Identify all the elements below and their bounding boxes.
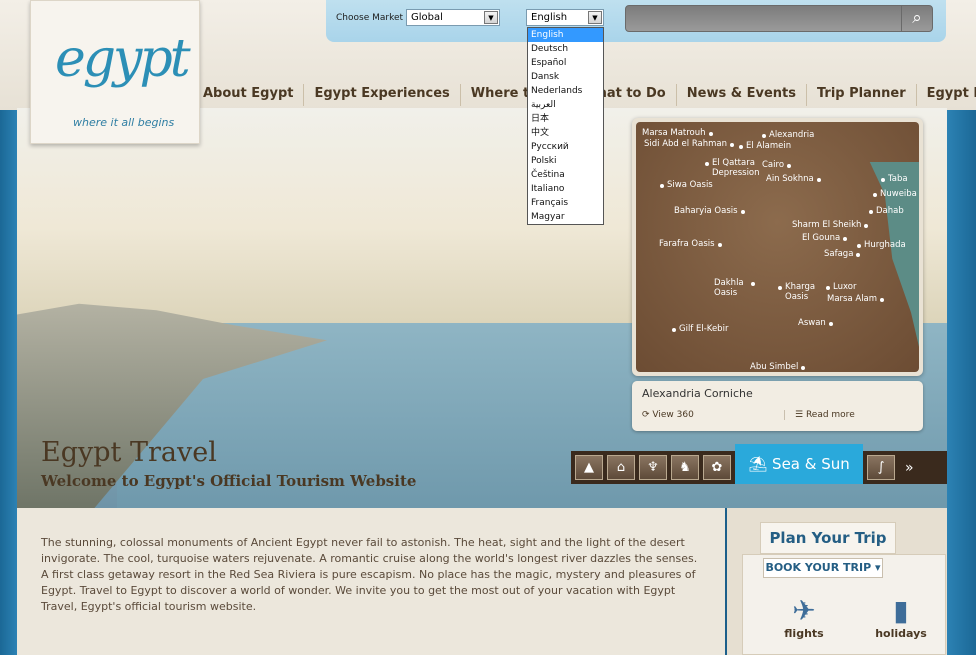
language-option[interactable]: Dansk xyxy=(528,70,603,84)
language-option[interactable]: Español xyxy=(528,56,603,70)
intro-text: The stunning, colossal monuments of Anci… xyxy=(41,536,698,613)
map-place[interactable]: El Gouna xyxy=(802,233,848,243)
language-option[interactable]: العربية xyxy=(528,98,603,112)
language-option[interactable]: English xyxy=(528,28,603,42)
map-place[interactable]: Dahab xyxy=(869,206,904,216)
nav-item-egypt-now[interactable]: Egypt Now xyxy=(917,84,976,106)
nav-item-trip-planner[interactable]: Trip Planner xyxy=(807,84,917,106)
market-label: Choose Market xyxy=(336,13,404,23)
horse-icon[interactable]: ♞ xyxy=(671,455,699,480)
language-option[interactable]: 中文 xyxy=(528,126,603,140)
caption-title: Alexandria Corniche xyxy=(642,387,753,400)
language-option[interactable]: Русский xyxy=(528,140,603,154)
map-place[interactable]: Luxor xyxy=(825,282,856,292)
tab-sea-and-sun[interactable]: ⛱ Sea & Sun xyxy=(735,444,863,484)
next-arrow-icon[interactable]: » xyxy=(905,460,914,476)
language-option[interactable]: Nederlands xyxy=(528,84,603,98)
view-360-label: View 360 xyxy=(652,410,694,420)
airplane-icon: ✈ xyxy=(792,594,816,627)
right-border xyxy=(947,110,976,655)
site-logo[interactable]: egypt where it all begins xyxy=(30,0,200,144)
rotate-icon: ⟳ xyxy=(642,410,653,420)
egypt-map[interactable]: Marsa Matrouh Alexandria Sidi Abd el Rah… xyxy=(632,118,923,376)
nav-item-experiences[interactable]: Egypt Experiences xyxy=(304,84,461,106)
theme-tabs: ▲ ⌂ ♆ ♞ ✿ ⛱ Sea & Sun ∫ » xyxy=(571,444,947,484)
road-icon[interactable]: ∫ xyxy=(867,455,895,480)
nav-item-about[interactable]: About Egypt xyxy=(203,84,305,106)
mosque-icon[interactable]: ⌂ xyxy=(607,455,635,480)
map-place[interactable]: Kharga Oasis xyxy=(778,282,819,302)
map-place[interactable]: Sidi Abd el Rahman xyxy=(644,139,735,149)
map-place[interactable]: Ain Sokhna xyxy=(766,174,821,184)
chevron-down-icon[interactable]: ▼ xyxy=(588,11,602,24)
caret-down-icon: ▾ xyxy=(875,561,881,574)
language-option[interactable]: Polski xyxy=(528,154,603,168)
language-option[interactable]: Deutsch xyxy=(528,42,603,56)
map-place[interactable]: El Qattara Depression xyxy=(705,158,762,178)
hero-title: Egypt Travel xyxy=(41,437,217,468)
read-more-label: Read more xyxy=(805,410,855,420)
logo-word: egypt xyxy=(55,29,191,89)
map-place[interactable]: Taba xyxy=(881,174,908,184)
flights-button[interactable]: ✈ flights xyxy=(778,594,830,640)
map-place[interactable]: Marsa Alam xyxy=(827,294,885,304)
map-place[interactable]: Hurghada xyxy=(857,240,906,250)
language-option[interactable]: Italiano xyxy=(528,182,603,196)
lotus-icon[interactable]: ✿ xyxy=(703,455,731,480)
chevron-down-icon[interactable]: ▼ xyxy=(484,11,498,24)
map-canvas[interactable]: Marsa Matrouh Alexandria Sidi Abd el Rah… xyxy=(636,122,919,372)
map-place[interactable]: Baharyia Oasis xyxy=(674,206,745,216)
book-trip-label: BOOK YOUR TRIP xyxy=(765,561,872,574)
map-place[interactable]: El Alamein xyxy=(738,141,791,151)
search-input[interactable] xyxy=(625,5,903,32)
plan-trip-heading: Plan Your Trip xyxy=(760,522,896,554)
hero-subtitle: Welcome to Egypt's Official Tourism Webs… xyxy=(41,472,417,490)
map-place[interactable]: Abu Simbel xyxy=(750,362,806,372)
map-place[interactable]: Nuweiba xyxy=(873,189,917,199)
book-trip-button[interactable]: BOOK YOUR TRIP ▾ xyxy=(763,558,883,578)
tab-sea-and-sun-label: Sea & Sun xyxy=(772,455,850,473)
map-place[interactable]: Gilf El-Kebir xyxy=(671,324,728,334)
map-place[interactable]: Safaga xyxy=(824,249,861,259)
market-select[interactable]: Global ▼ xyxy=(406,9,500,26)
language-value: English xyxy=(531,12,568,23)
language-select[interactable]: English ▼ xyxy=(526,9,604,26)
map-place[interactable]: Dakhla Oasis xyxy=(714,278,755,298)
map-place[interactable]: Marsa Matrouh xyxy=(642,128,713,138)
search-icon[interactable]: ⌕ xyxy=(901,5,933,32)
document-icon: ☰ xyxy=(795,410,806,420)
language-option[interactable]: Čeština xyxy=(528,168,603,182)
map-place[interactable]: Siwa Oasis xyxy=(660,180,713,190)
language-option[interactable]: Magyar xyxy=(528,210,603,224)
view-360-link[interactable]: ⟳ View 360 xyxy=(642,410,694,420)
ibis-icon[interactable]: ♆ xyxy=(639,455,667,480)
map-place[interactable]: Farafra Oasis xyxy=(659,239,722,249)
logo-tagline: where it all begins xyxy=(73,116,175,129)
left-border xyxy=(0,110,17,655)
photo-caption: Alexandria Corniche ⟳ View 360 ☰ Read mo… xyxy=(632,381,923,431)
beach-icon: ⛱ xyxy=(748,455,773,473)
language-dropdown[interactable]: English Deutsch Español Dansk Nederlands… xyxy=(527,27,604,225)
language-option[interactable]: Français xyxy=(528,196,603,210)
holidays-label: holidays xyxy=(875,627,927,640)
map-place[interactable]: Alexandria xyxy=(761,130,814,140)
read-more-link[interactable]: ☰ Read more xyxy=(784,410,855,420)
flights-label: flights xyxy=(784,627,824,640)
luggage-icon: ▮ xyxy=(893,594,909,627)
map-place[interactable]: Sharm El Sheikh xyxy=(792,220,869,230)
holidays-button[interactable]: ▮ holidays xyxy=(873,594,929,640)
market-value: Global xyxy=(411,12,443,23)
language-option[interactable]: 日本 xyxy=(528,112,603,126)
nav-item-news[interactable]: News & Events xyxy=(677,84,807,106)
pyramid-icon[interactable]: ▲ xyxy=(575,455,603,480)
map-place[interactable]: Aswan xyxy=(798,318,833,328)
map-place[interactable]: Cairo xyxy=(762,160,792,170)
